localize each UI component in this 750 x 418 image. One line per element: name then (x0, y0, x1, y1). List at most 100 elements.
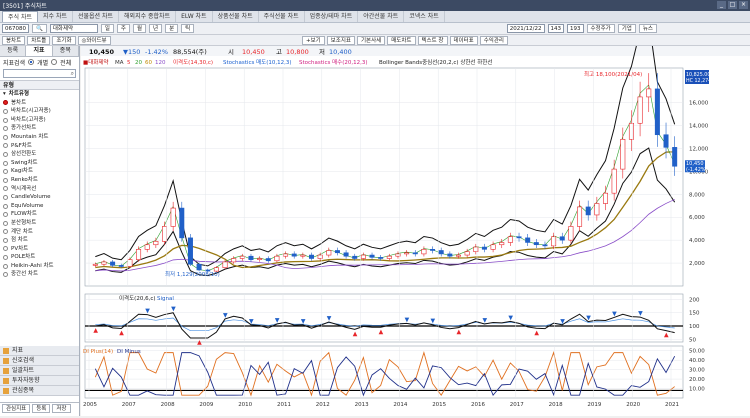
oscillator-pane[interactable]: 50100150200▲ ▲▼ ▼▲▼▼ ▼ ▼ ▼▲ ▲▼ ▼▲▼ ▼▲▼ ▼▼ ▼▲ (84, 293, 700, 346)
reset-button[interactable]: 조기화 (52, 35, 76, 45)
tab-register[interactable]: 등록 (0, 46, 27, 56)
tree-item[interactable]: 중간선 차트 (3, 270, 79, 279)
tree-item[interactable]: 계단 차트 (3, 228, 79, 237)
news-button[interactable]: 뉴스 (638, 24, 657, 33)
tree-item[interactable]: 점 차트 (3, 236, 79, 245)
tab-4[interactable]: ELW 차트 (176, 11, 213, 22)
favorite-indicator-button[interactable]: 관심지표 (2, 404, 31, 413)
tree-item[interactable]: PV차트 (3, 245, 79, 254)
tree-item[interactable]: 바차트(고저종) (3, 116, 79, 125)
data-table-button[interactable]: 데이터표 (449, 35, 478, 45)
tree-item-label: POLE차트 (11, 254, 36, 261)
folder-icon (3, 367, 9, 374)
legend-ind4: Bollinger Bands중심선(20,2,c) 상한선 하한선 (379, 58, 492, 66)
indicator-search-input[interactable]: ⌕ (3, 69, 76, 78)
chart-area[interactable]: 10,450 ▼150 -1.42% 88,554(주) 시 10,450 고 … (81, 18, 750, 416)
save-button[interactable]: 저장 (52, 404, 71, 413)
tree-item[interactable]: Kagi차트 (3, 167, 79, 176)
price-pane[interactable]: 2,0004,0006,0008,00010,00012,00014,00016… (84, 18, 711, 287)
radio-individual[interactable] (28, 59, 35, 65)
tree-item[interactable]: POLE차트 (3, 253, 79, 262)
tree-item[interactable]: 역시계곡선 (3, 185, 79, 194)
category-4[interactable]: 관심종목 (0, 386, 79, 396)
text-window-button[interactable]: 텍스트 창 (417, 35, 448, 45)
tab-1[interactable]: 지수 차트 (38, 11, 73, 22)
tree-item[interactable]: ▾ 차트유형 (3, 90, 79, 99)
stock-chart[interactable]: 10,450 ▼150 -1.42% 88,554(주) 시 10,450 고 … (81, 18, 750, 416)
tab-indicator[interactable]: 지표 (26, 46, 53, 56)
count2-input[interactable]: 193 (567, 24, 584, 33)
radio-icon (3, 229, 8, 235)
tree-item[interactable]: 바차트(시고저종) (3, 107, 79, 116)
stock-code-input[interactable]: 067080 (2, 24, 29, 33)
basic-quote-button[interactable]: 기본사세 (357, 35, 386, 45)
tab-3[interactable]: 해외지수 종합차트 (119, 11, 177, 22)
trade-chart-button[interactable]: 매도차트 (387, 35, 416, 45)
radio-all[interactable] (51, 59, 58, 65)
candle-body (430, 249, 436, 251)
candle-body (490, 244, 496, 250)
period-week-button[interactable]: 주 (116, 24, 130, 33)
x-tick-label: 2018 (549, 402, 563, 408)
tree-item[interactable]: Heikin-Ashi 차트 (3, 262, 79, 271)
expand-icon[interactable]: ▾ (3, 90, 6, 99)
category-0[interactable]: 지표 (0, 346, 79, 356)
chart-frame-button[interactable]: 차트틀 (27, 35, 51, 45)
tree-item-label: 바차트(고저종) (11, 116, 46, 123)
category-2[interactable]: 일괄차트 (0, 366, 79, 376)
section-type: 유형 (0, 80, 79, 90)
candle-body (352, 255, 358, 259)
sell-signal-icon: ▼ (508, 314, 513, 321)
tree-item[interactable]: Mountain 차트 (3, 133, 79, 142)
sell-signal-icon: ▼ (405, 316, 410, 323)
period-month-button[interactable]: 월 (132, 24, 147, 33)
candle-body (187, 237, 193, 265)
maximize-icon[interactable]: □ (728, 1, 737, 9)
profit-manage-button[interactable]: 수익관리 (479, 35, 508, 45)
candle-chart-button[interactable]: 봉차트 (2, 35, 26, 45)
wide-view-button[interactable]: ◎와이드뷰 (77, 35, 111, 45)
tab-0[interactable]: 주식 차트 (2, 11, 38, 22)
tab-5[interactable]: 상품선물 차트 (213, 11, 259, 22)
category-3[interactable]: 투자자동향 (0, 376, 79, 386)
period-tick-button[interactable]: 틱 (181, 24, 195, 33)
x-tick-label: 2007 (122, 402, 136, 408)
tree-item[interactable]: CandleVolume (3, 193, 79, 202)
date-input[interactable]: 2021/12/22 (506, 24, 545, 33)
tree-item-label: 계단 차트 (11, 228, 33, 235)
tree-item[interactable]: P&F차트 (3, 142, 79, 151)
y-tick-label: 10.00 (689, 387, 705, 393)
company-button[interactable]: 기업 (617, 24, 636, 33)
tree-item[interactable]: 종가선차트 (3, 124, 79, 133)
tree-item[interactable]: FLOW차트 (3, 210, 79, 219)
category-1[interactable]: 신호검색 (0, 356, 79, 366)
close-icon[interactable]: × (739, 1, 748, 9)
tree-item[interactable]: 분산형차트 (3, 219, 79, 228)
search-icon[interactable]: ⌕ (71, 70, 74, 78)
search-icon[interactable]: 🔍 (32, 24, 47, 33)
tree-item[interactable]: EquiVolume (3, 202, 79, 211)
annotation-low: 최저 1,129(2008/10) (165, 270, 220, 278)
minimize-icon[interactable]: _ (717, 1, 726, 9)
tree-item[interactable]: Renko차트 (3, 176, 79, 185)
period-minute-button[interactable]: 분 (165, 24, 179, 33)
tab-8[interactable]: 야간선물 차트 (358, 11, 405, 22)
radio-icon (3, 126, 8, 132)
tab-9[interactable]: 코넥스 차트 (404, 11, 445, 22)
tab-stock[interactable]: 종목 (52, 46, 79, 56)
tree-item[interactable]: 봉차트 (3, 99, 79, 108)
view-button[interactable]: +보기 (302, 35, 325, 45)
adjusted-price-button[interactable]: 수정주가 (586, 24, 615, 33)
tab-7[interactable]: 업종상/테마 차트 (305, 11, 359, 22)
tab-2[interactable]: 선물옵션 차트 (73, 11, 120, 22)
di-pane[interactable]: 10.00 20.00 30.00 40.00 50.00 (84, 345, 705, 399)
tab-6[interactable]: 주식선물 차트 (259, 11, 305, 22)
period-day-button[interactable]: 일 (100, 24, 114, 33)
period-year-button[interactable]: 년 (149, 24, 163, 33)
indicator-button[interactable]: 보조지표 (326, 35, 355, 45)
tree-item[interactable]: 삼선전환도 (3, 150, 79, 159)
count-input[interactable]: 143 (547, 24, 564, 33)
tree-item[interactable]: Swing차트 (3, 159, 79, 168)
register-button[interactable]: 등록 (32, 404, 51, 413)
folder-icon (3, 357, 9, 364)
